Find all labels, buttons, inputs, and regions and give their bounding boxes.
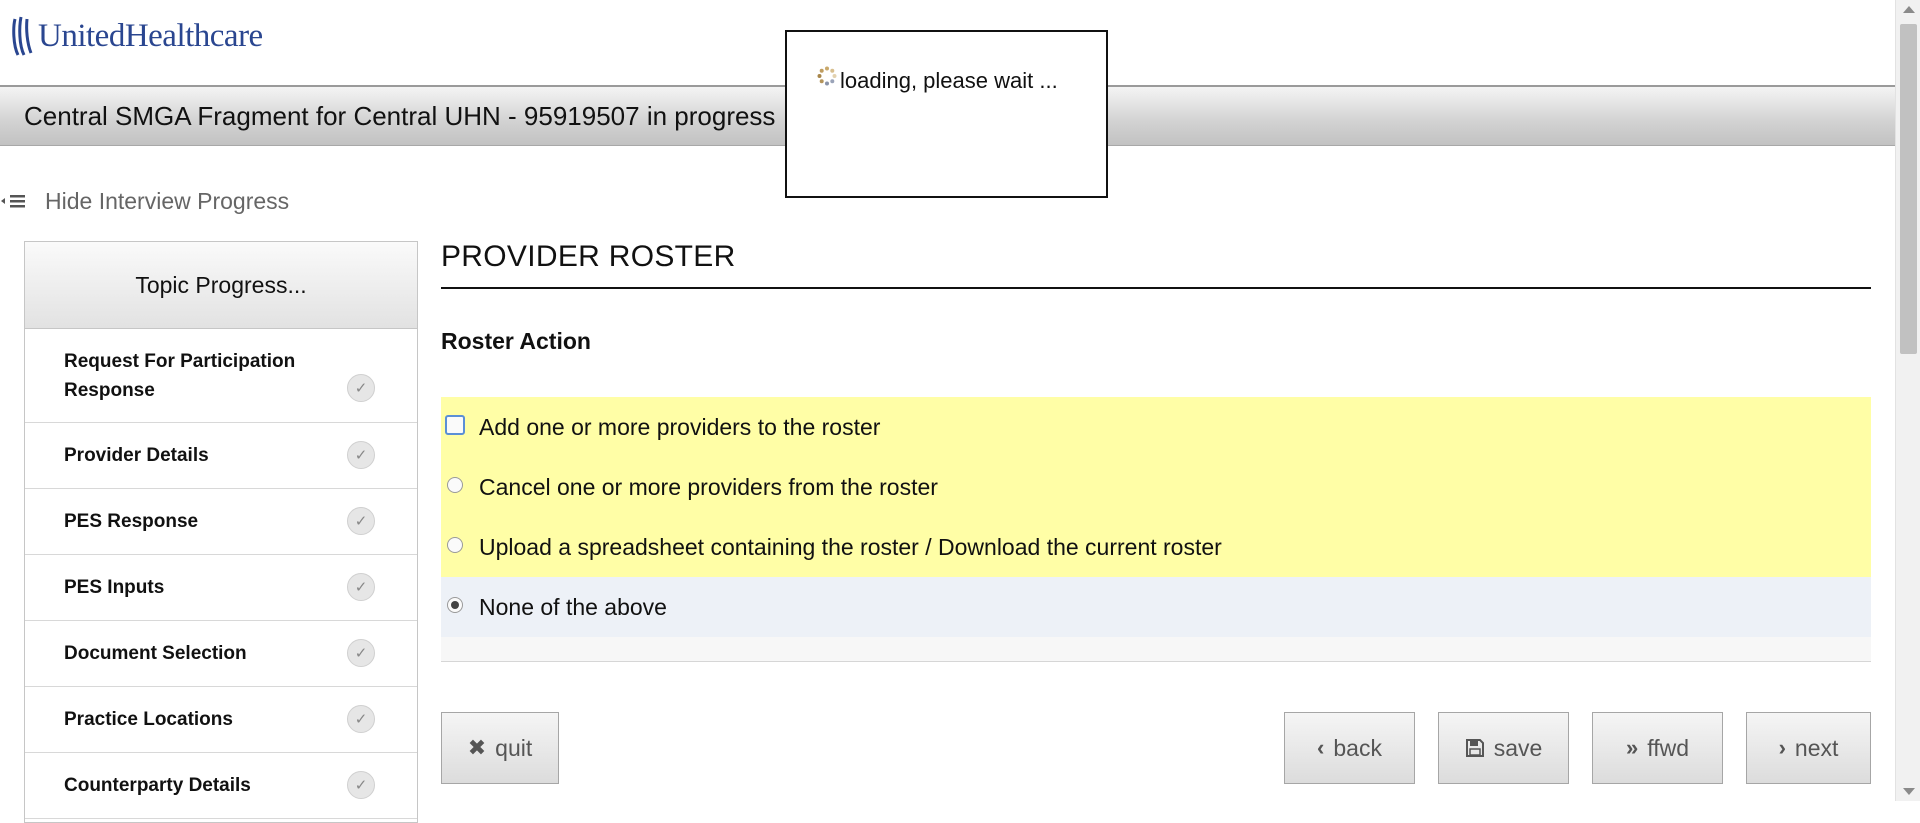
check-icon: ✓ [347, 374, 375, 402]
quit-button[interactable]: ✖ quit [441, 712, 559, 784]
scroll-up-arrow-icon[interactable] [1903, 6, 1915, 13]
logo-shield-icon [12, 16, 33, 56]
topic-progress-panel: Topic Progress... Request For Participat… [24, 241, 418, 823]
chevron-left-icon: ‹ [1317, 735, 1325, 760]
vertical-scrollbar[interactable] [1895, 0, 1920, 801]
close-icon: ✖ [467, 735, 487, 760]
roster-action-label: Roster Action [441, 328, 591, 354]
topic-item-counterparty-details[interactable]: Counterparty Details ✓ [25, 753, 417, 819]
scroll-down-arrow-icon[interactable] [1903, 788, 1915, 795]
check-icon: ✓ [347, 573, 375, 601]
next-button[interactable]: › next [1746, 712, 1871, 784]
back-button-label: back [1333, 734, 1382, 761]
scrollbar-thumb[interactable] [1900, 24, 1917, 354]
topic-item-practice-locations[interactable]: Practice Locations ✓ [25, 687, 417, 753]
topic-item-label: Provider Details [64, 445, 209, 466]
list-collapse-icon [1, 195, 25, 208]
roster-action-options: Add one or more providers to the roster … [441, 397, 1871, 662]
check-icon: ✓ [347, 507, 375, 535]
topic-item-document-selection[interactable]: Document Selection ✓ [25, 621, 417, 687]
option-label: None of the above [479, 593, 667, 620]
option-label: Upload a spreadsheet containing the rost… [479, 533, 1222, 560]
next-button-label: next [1794, 734, 1839, 761]
topic-item-label: Document Selection [64, 643, 247, 664]
interview-title: Central SMGA Fragment for Central UHN - … [24, 101, 776, 131]
double-chevron-right-icon: » [1625, 735, 1639, 760]
radio-upload-spreadsheet[interactable] [447, 537, 463, 553]
ffwd-button-label: ffwd [1647, 734, 1690, 761]
hide-progress-label: Hide Interview Progress [45, 187, 290, 214]
title-divider [441, 287, 1871, 289]
loading-spinner-icon [817, 66, 837, 86]
radio-add-providers[interactable] [445, 415, 465, 435]
option-none-of-the-above[interactable]: None of the above [441, 577, 1871, 637]
save-button-label: save [1493, 734, 1543, 761]
hide-interview-progress-toggle[interactable]: Hide Interview Progress [0, 186, 289, 216]
topic-progress-header: Topic Progress... [25, 242, 417, 329]
check-icon: ✓ [347, 771, 375, 799]
topic-item-pes-inputs[interactable]: PES Inputs ✓ [25, 555, 417, 621]
ffwd-button[interactable]: » ffwd [1592, 712, 1723, 784]
topic-item-pes-response[interactable]: PES Response ✓ [25, 489, 417, 555]
topic-item-request-for-participation-response[interactable]: Request For Participation Response ✓ [25, 329, 417, 423]
options-footer [441, 637, 1871, 662]
back-button[interactable]: ‹ back [1284, 712, 1415, 784]
option-upload-spreadsheet[interactable]: Upload a spreadsheet containing the rost… [441, 517, 1871, 577]
unitedhealthcare-logo: UnitedHealthcare [12, 14, 263, 58]
option-cancel-providers[interactable]: Cancel one or more providers from the ro… [441, 457, 1871, 517]
topic-item-label: PES Inputs [64, 577, 165, 598]
radio-none-of-the-above[interactable] [447, 597, 463, 613]
option-label: Add one or more providers to the roster [479, 413, 881, 440]
radio-cancel-providers[interactable] [447, 477, 463, 493]
chevron-right-icon: › [1778, 735, 1786, 760]
loading-message: loading, please wait ... [840, 68, 1058, 93]
quit-button-label: quit [495, 734, 533, 761]
topic-item-provider-details[interactable]: Provider Details ✓ [25, 423, 417, 489]
floppy-disk-icon [1465, 739, 1484, 757]
brand-name: UnitedHealthcare [38, 17, 263, 54]
topic-item-label: Counterparty Details [64, 775, 251, 796]
option-add-providers[interactable]: Add one or more providers to the roster [441, 397, 1871, 457]
option-label: Cancel one or more providers from the ro… [479, 473, 938, 500]
page-title: PROVIDER ROSTER [441, 240, 736, 273]
topic-item-label: PES Response [64, 511, 199, 532]
loading-dialog: loading, please wait ... [785, 30, 1108, 198]
check-icon: ✓ [347, 639, 375, 667]
save-button[interactable]: save [1438, 712, 1569, 784]
check-icon: ✓ [347, 441, 375, 469]
check-icon: ✓ [347, 705, 375, 733]
topic-item-label: Request For Participation Response [64, 350, 296, 401]
topic-item-label: Practice Locations [64, 709, 233, 730]
